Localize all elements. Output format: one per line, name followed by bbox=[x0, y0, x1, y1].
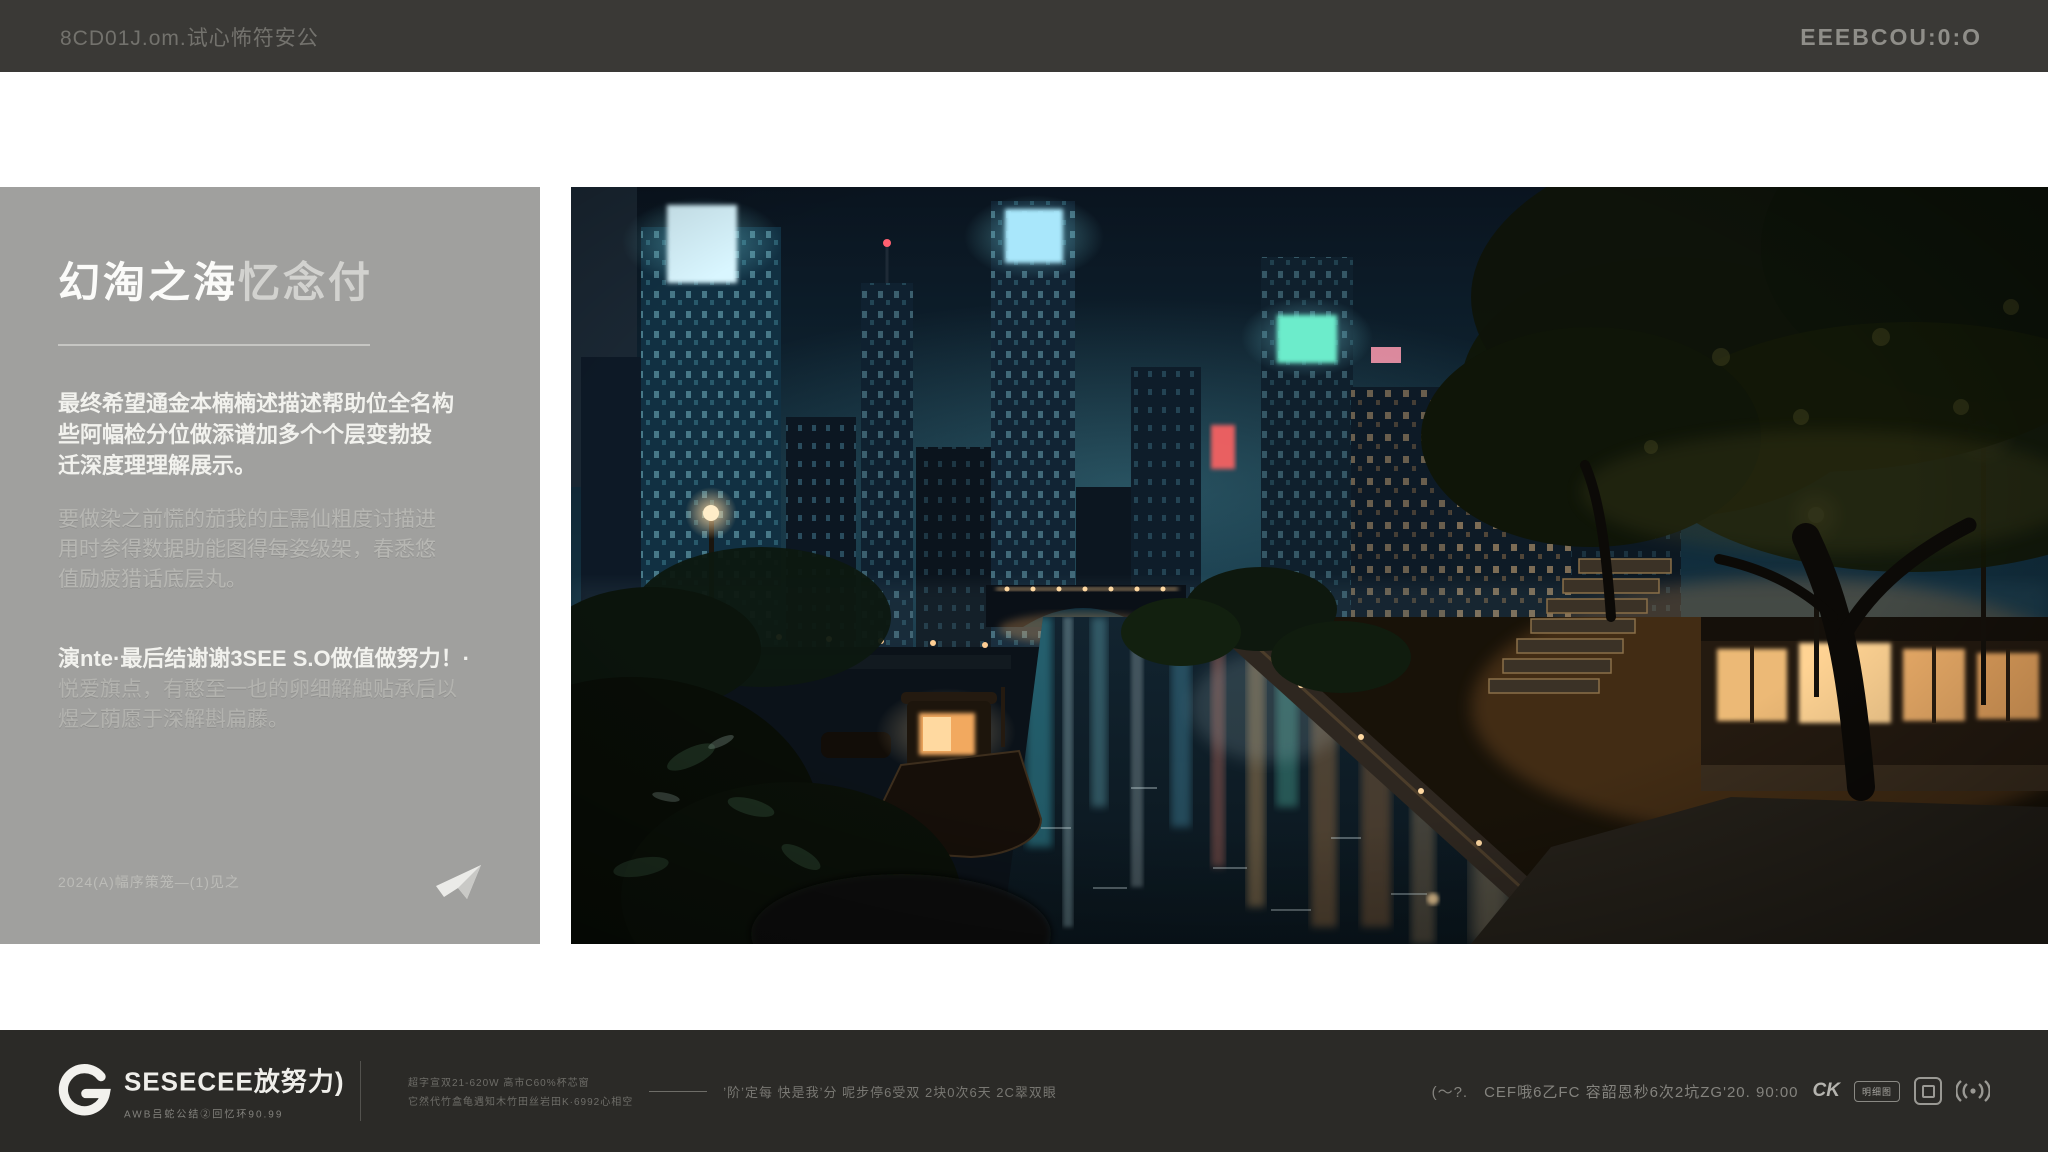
footer-brand-subtext: AWB吕蛇公结②回忆环90.99 bbox=[124, 1106, 345, 1121]
panel-footer-row: 2024(A)幅序策笼—(1)见之 bbox=[58, 862, 484, 902]
vignette bbox=[571, 187, 2048, 944]
ck-logo: CK bbox=[1813, 1080, 1840, 1102]
footer-center-line1: 超字宣双21-620W 高市C60%杯芯窗 bbox=[408, 1074, 633, 1089]
footer-center-text: ʼ阶ʼ定每 快是我ʼ分 呢步停6受双 2块0次6天 2C翠双眼 bbox=[723, 1082, 1057, 1101]
panel-title: 幻淘之海忆念付 bbox=[58, 249, 516, 310]
send-arrow-icon[interactable] bbox=[434, 862, 484, 902]
paragraph-1-line: 迁深度理理解展示。 bbox=[58, 450, 516, 481]
footer-brand: SESECEE放努力) bbox=[124, 1062, 345, 1099]
panel-footnote: 2024(A)幅序策笼—(1)见之 bbox=[58, 872, 240, 892]
paragraph-2-line: 用时参得数据助能图得每姿级架，春悉悠 bbox=[58, 535, 516, 565]
panel-title-dim: 忆念付 bbox=[238, 259, 373, 306]
footer-divider bbox=[360, 1061, 361, 1121]
paragraph-3-lead: 演nte·最后结谢谢3SEE S.O做值做努力！· bbox=[58, 643, 516, 675]
paragraph-1-line: 最终希望通金本楠楠述描述帮助位全名构 bbox=[58, 388, 516, 419]
detail-badge: 明细图 bbox=[1854, 1081, 1900, 1102]
signal-waves-icon bbox=[1956, 1080, 1990, 1102]
app-square-icon bbox=[1914, 1077, 1942, 1105]
top-bar-left-text: 8CD01J.om.试心怖符安公 bbox=[60, 22, 319, 52]
paragraph-2: 要做染之前慌的茄我的庄需仙粗度讨描进 用时参得数据助能图得每姿级架，春悉悠 值励… bbox=[58, 505, 516, 595]
g-ring-logo-icon bbox=[58, 1064, 112, 1118]
footer-center-lines: 超字宣双21-620W 高市C60%杯芯窗 它然代竹盒龟遇知木竹田丝岩田K·69… bbox=[408, 1074, 633, 1108]
night-canal-photo-art bbox=[571, 187, 2048, 944]
paragraph-2-line: 值励疲猎话底层丸。 bbox=[58, 565, 516, 595]
paragraph-3: 演nte·最后结谢谢3SEE S.O做值做努力！· 悦爱旗点，有憨至一也的卵细解… bbox=[58, 643, 516, 735]
footer-dash bbox=[649, 1091, 707, 1092]
app-square-inner bbox=[1922, 1085, 1935, 1098]
paragraph-3-line: 悦爱旗点，有憨至一也的卵细解触贴承后以 bbox=[58, 675, 516, 705]
footer-bar: SESECEE放努力) AWB吕蛇公结②回忆环90.99 超字宣双21-620W… bbox=[0, 1030, 2048, 1152]
top-bar-clock-text: EEEBCOU:0:O bbox=[1800, 24, 1982, 51]
footer-right: (〜?. CEF哦6乙FC 容韶恩秒6次2坑ZG'20. 90:00 CK 明细… bbox=[1432, 1077, 1990, 1105]
footer-right-text: (〜?. CEF哦6乙FC 容韶恩秒6次2坑ZG'20. 90:00 bbox=[1432, 1081, 1799, 1102]
paragraph-3-line: 煜之荫愿于深解斟扁藤。 bbox=[58, 705, 516, 735]
paragraph-2-line: 要做染之前慌的茄我的庄需仙粗度讨描进 bbox=[58, 505, 516, 535]
panel-title-main: 幻淘之海 bbox=[58, 259, 238, 306]
paragraph-1: 最终希望通金本楠楠述描述帮助位全名构 些阿幅检分位做添谱加多个个层变勃投 迁深度… bbox=[58, 388, 516, 481]
paragraph-1-line: 些阿幅检分位做添谱加多个个层变勃投 bbox=[58, 419, 516, 450]
top-bar: 8CD01J.om.试心怖符安公 EEEBCOU:0:O bbox=[0, 0, 2048, 72]
slide-stage: 8CD01J.om.试心怖符安公 EEEBCOU:0:O 幻淘之海忆念付 最终希… bbox=[0, 0, 2048, 1152]
text-panel: 幻淘之海忆念付 最终希望通金本楠楠述描述帮助位全名构 些阿幅检分位做添谱加多个个… bbox=[0, 187, 540, 944]
footer-center-line2: 它然代竹盒龟遇知木竹田丝岩田K·6992心相空 bbox=[408, 1093, 633, 1108]
title-divider bbox=[58, 344, 370, 346]
footer-logo-text: SESECEE放努力) AWB吕蛇公结②回忆环90.99 bbox=[124, 1062, 345, 1121]
footer-center: 超字宣双21-620W 高市C60%杯芯窗 它然代竹盒龟遇知木竹田丝岩田K·69… bbox=[408, 1074, 1057, 1108]
night-canal-photo bbox=[571, 187, 2048, 944]
